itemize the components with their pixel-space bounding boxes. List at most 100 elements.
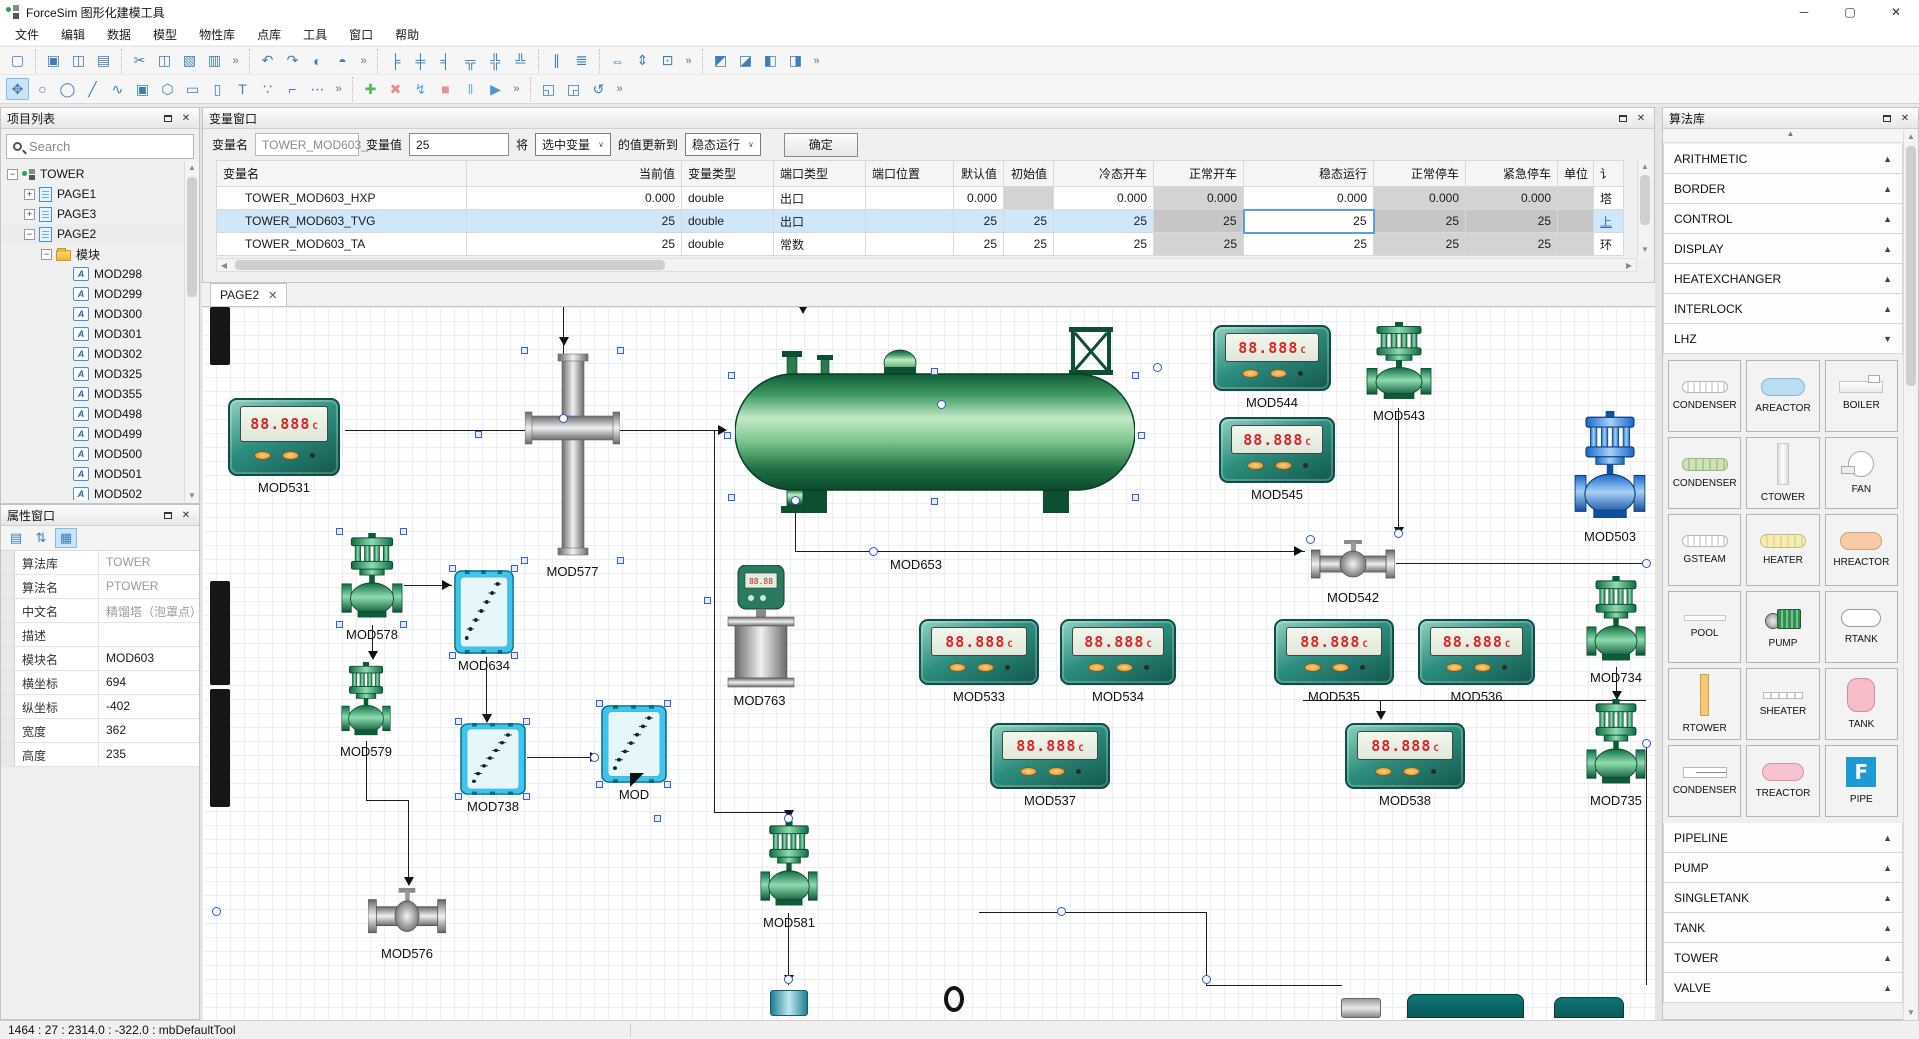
palette-group-HEATEXCHANGER[interactable]: HEATEXCHANGER▲	[1663, 264, 1903, 294]
var-scope-select[interactable]: 选中变量∨	[535, 133, 611, 156]
palette-item-TANK[interactable]: TANK	[1825, 668, 1898, 740]
palette-item-GSTEAM[interactable]: GSTEAM	[1668, 514, 1741, 586]
table-cell[interactable]: 出口	[774, 187, 866, 210]
module-display-MOD545[interactable]: 88.888C	[1219, 417, 1335, 483]
table-cell[interactable]	[1558, 233, 1594, 256]
table-cell[interactable]: 25	[1244, 233, 1374, 256]
var-mode-select[interactable]: 稳态运行∨	[685, 133, 761, 156]
overflow-icon[interactable]: »	[356, 50, 371, 72]
curve-tool-icon[interactable]: ∿	[106, 78, 129, 100]
table-cell[interactable]: 25	[1374, 233, 1466, 256]
column-header[interactable]: 冷态开车	[1054, 161, 1154, 187]
form-view-icon[interactable]: ▦	[55, 528, 77, 548]
selection-handle[interactable]	[931, 368, 938, 375]
circle-tool-icon[interactable]: ○	[31, 78, 54, 100]
table-cell[interactable]: 25	[1374, 210, 1466, 233]
module-vgreen-MOD543[interactable]	[1366, 322, 1432, 404]
table-cell[interactable]: 出口	[774, 210, 866, 233]
module-vgreen-MOD581[interactable]	[760, 821, 818, 911]
paste-icon[interactable]: ▧	[178, 50, 201, 72]
palette-group-CONTROL[interactable]: CONTROL▲	[1663, 204, 1903, 234]
selection-handle[interactable]	[728, 494, 735, 501]
column-header[interactable]: 单位	[1558, 161, 1594, 187]
palette-scroll-up[interactable]: ▲	[1663, 129, 1918, 143]
connection-point[interactable]	[784, 814, 793, 823]
same-width-icon[interactable]: ⇔	[606, 50, 629, 72]
property-value[interactable]: 694	[99, 671, 199, 694]
remove-run-icon[interactable]: ✖	[384, 78, 407, 100]
bring-forward-icon[interactable]: ◧	[759, 50, 782, 72]
tree-item-PAGE1[interactable]: +PAGE1	[1, 184, 199, 204]
overflow-icon[interactable]: »	[612, 78, 627, 100]
connection-point[interactable]	[784, 975, 793, 984]
scroll-left-icon[interactable]: ◀	[217, 261, 231, 270]
selection-handle[interactable]	[1132, 372, 1139, 379]
menu-item-帮助[interactable]: 帮助	[384, 24, 430, 45]
table-cell[interactable]: 0.000	[1154, 187, 1244, 210]
selection-handle[interactable]	[523, 718, 530, 725]
connection-point[interactable]	[791, 496, 800, 505]
align-right-icon[interactable]: ╡	[434, 50, 457, 72]
module-vgreen-MOD734[interactable]	[1586, 576, 1646, 666]
table-cell[interactable]: 0.000	[1244, 187, 1374, 210]
fit-canvas-icon[interactable]: ⊡	[656, 50, 679, 72]
scroll-up-icon[interactable]: ▲	[1904, 130, 1918, 144]
column-header[interactable]: 紧急停车	[1466, 161, 1558, 187]
palette-group-LHZ[interactable]: LHZ▼	[1663, 324, 1903, 354]
column-header[interactable]: 当前值	[467, 161, 682, 187]
property-value[interactable]: TOWER	[99, 551, 199, 574]
maximize-button[interactable]: ▢	[1827, 0, 1873, 24]
table-cell[interactable]: 上	[1594, 210, 1624, 233]
property-value[interactable]: PTOWER	[99, 575, 199, 598]
table-cell[interactable]	[866, 187, 954, 210]
palette-item-RTOWER[interactable]: RTOWER	[1668, 668, 1741, 740]
palette-group-TOWER[interactable]: TOWER▲	[1663, 943, 1903, 973]
connection-point[interactable]	[1153, 363, 1162, 372]
module-bmod-MOD[interactable]	[601, 705, 667, 783]
tree-item-MOD500[interactable]: AMOD500	[1, 444, 199, 464]
module-hvalve-MOD542[interactable]	[1311, 540, 1395, 586]
menu-item-文件[interactable]: 文件	[4, 24, 50, 45]
flip-vertical-icon[interactable]: ◓	[331, 50, 354, 72]
table-hscrollbar[interactable]: ◀ ▶	[216, 258, 1637, 272]
column-header[interactable]: 讠	[1594, 161, 1624, 187]
right-splitter[interactable]	[1655, 107, 1662, 1020]
connection-point[interactable]	[869, 547, 878, 556]
pan-tool-icon[interactable]: ✥	[6, 78, 29, 100]
bring-to-front-icon[interactable]: ◩	[709, 50, 732, 72]
palette-item-CONDENSER[interactable]: CONDENSER	[1668, 745, 1741, 817]
selection-handle[interactable]	[664, 700, 671, 707]
table-cell[interactable]: 0.000	[1466, 187, 1558, 210]
tree-item-MOD502[interactable]: AMOD502	[1, 484, 199, 500]
page-tool-icon[interactable]: ▯	[206, 78, 229, 100]
image-tool-icon[interactable]: ▣	[131, 78, 154, 100]
module-display-MOD544[interactable]: 88.888C	[1213, 325, 1331, 391]
close-icon[interactable]: ✕	[179, 112, 193, 125]
save-all-icon[interactable]: ◫	[67, 50, 90, 72]
table-cell[interactable]: 25	[1054, 233, 1154, 256]
palette-group-SINGLETANK[interactable]: SINGLETANK▲	[1663, 883, 1903, 913]
selection-handle[interactable]	[455, 793, 462, 800]
tree-item-MOD302[interactable]: AMOD302	[1, 344, 199, 364]
column-header[interactable]: 端口类型	[774, 161, 866, 187]
menu-item-点库[interactable]: 点库	[246, 24, 292, 45]
palette-group-BORDER[interactable]: BORDER▲	[1663, 174, 1903, 204]
table-row[interactable]: TOWER_MOD603_HXP0.000double出口0.0000.0000…	[217, 187, 1624, 210]
tree-scrollbar[interactable]: ▲ ▼	[184, 161, 199, 503]
left-splitter[interactable]	[200, 107, 202, 1020]
table-cell[interactable]: TOWER_MOD603_HXP	[217, 187, 467, 210]
dock-icon[interactable]	[161, 509, 175, 522]
menu-item-窗口[interactable]: 窗口	[338, 24, 384, 45]
rotate-left-icon[interactable]: ↶	[256, 50, 279, 72]
overflow-icon[interactable]: »	[809, 50, 824, 72]
selection-handle[interactable]	[1138, 432, 1145, 439]
distribute-horizontal-icon[interactable]: ∥	[545, 50, 568, 72]
module-bmod-MOD634[interactable]	[454, 570, 514, 654]
menu-item-编辑[interactable]: 编辑	[50, 24, 96, 45]
selection-handle[interactable]	[449, 652, 456, 659]
new-file-icon[interactable]: ▢	[6, 50, 29, 72]
table-cell[interactable]: double	[682, 210, 774, 233]
menu-item-模型[interactable]: 模型	[142, 24, 188, 45]
module-vgreen-MOD579[interactable]	[341, 662, 391, 740]
column-header[interactable]: 稳态运行	[1244, 161, 1374, 187]
